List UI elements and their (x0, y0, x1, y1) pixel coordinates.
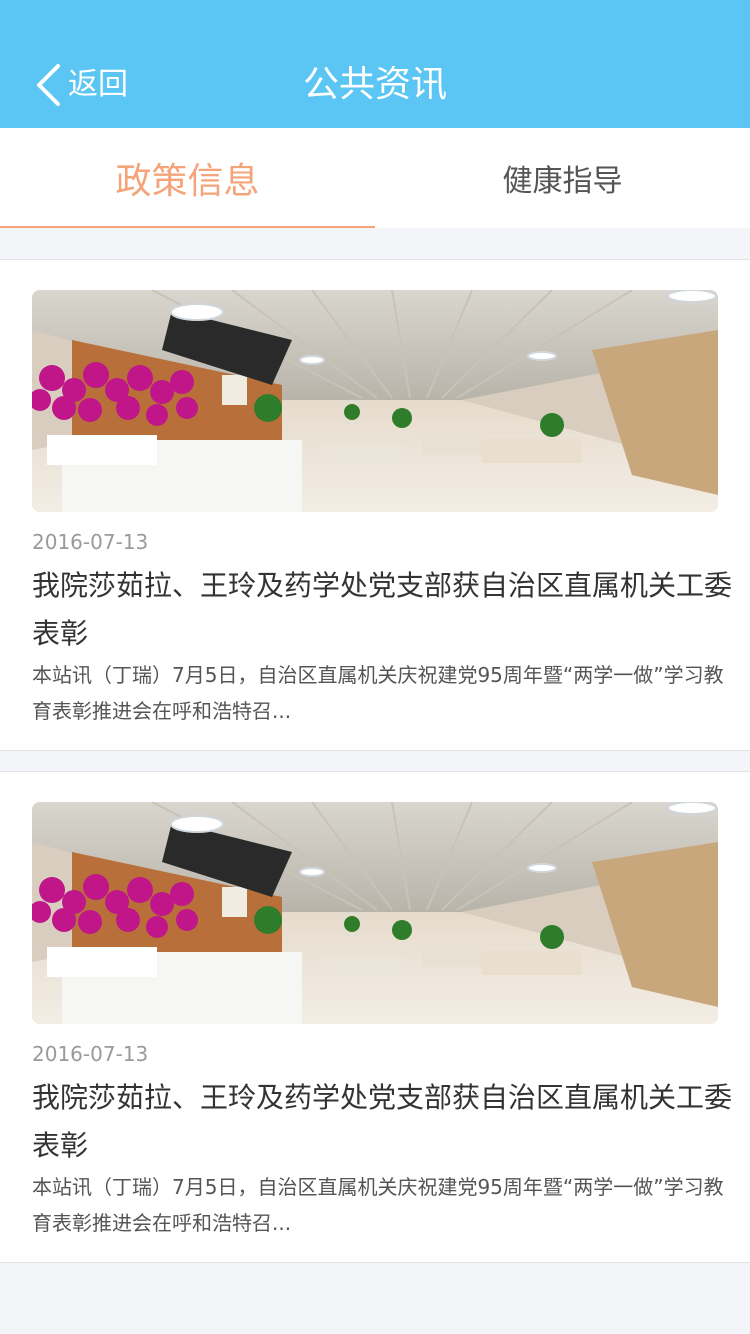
article-date: 2016-07-13 (32, 1042, 149, 1066)
tab-bar: 政策信息 健康指导 (0, 128, 750, 228)
nav-bar: 返回 公共资讯 (0, 0, 750, 128)
article-card[interactable]: 2016-07-13 我院莎茹拉、王玲及药学处党支部获自治区直属机关工委表彰 本… (0, 771, 750, 1263)
tab-label: 健康指导 (502, 164, 623, 199)
tab-label: 政策信息 (115, 161, 260, 202)
tab-policy-info[interactable]: 政策信息 (0, 128, 375, 228)
tab-health-guide[interactable]: 健康指导 (375, 128, 750, 228)
article-image (32, 802, 718, 1024)
article-image (32, 290, 718, 512)
page-title: 公共资讯 (302, 64, 447, 105)
article-title[interactable]: 我院莎茹拉、王玲及药学处党支部获自治区直属机关工委表彰 (32, 1074, 732, 1170)
article-title[interactable]: 我院莎茹拉、王玲及药学处党支部获自治区直属机关工委表彰 (32, 562, 732, 658)
article-date: 2016-07-13 (32, 530, 149, 554)
article-summary: 本站讯（丁瑞）7月5日，自治区直属机关庆祝建党95周年暨“两学一做”学习教育表彰… (32, 1175, 724, 1235)
article-card[interactable]: 2016-07-13 我院莎茹拉、王玲及药学处党支部获自治区直属机关工委表彰 本… (0, 259, 750, 751)
article-summary: 本站讯（丁瑞）7月5日，自治区直属机关庆祝建党95周年暨“两学一做”学习教育表彰… (32, 663, 724, 723)
